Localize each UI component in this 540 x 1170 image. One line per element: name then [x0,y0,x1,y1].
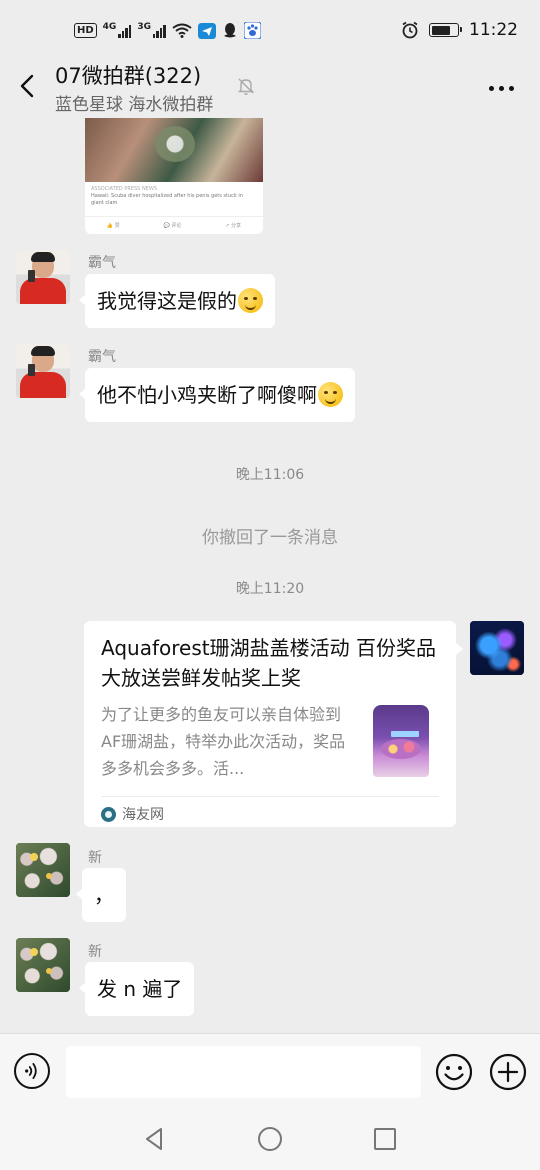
system-notice: 你撤回了一条消息 [202,528,338,548]
voice-icon[interactable] [14,1053,50,1089]
baidu-icon [243,22,261,39]
back-arrow-icon[interactable] [14,72,42,100]
timestamp: 晚上11:06 [235,467,305,483]
sender-name: 霸气 [88,255,116,271]
link-card-message[interactable]: Aquaforest珊湖盐盖楼活动 百份奖品大放送尝鲜发帖奖上奖 为了让更多的鱼… [84,621,463,827]
timestamp: 晚上11:20 [235,581,305,597]
image-message[interactable]: ASSOCIATED PRESS NEWS Hawaii: Scuba dive… [85,118,263,234]
qq-icon [223,23,236,38]
plus-icon[interactable] [489,1053,527,1091]
mute-bell-icon [237,78,255,95]
sim2-label: 3G [137,21,151,32]
nav-recent-icon[interactable] [372,1126,398,1152]
message-text: ， [94,883,114,907]
laughing-tears-emoji-icon [238,288,263,313]
message-text: 我觉得这是假的 [97,289,237,313]
signal-icon: 3G [137,21,166,38]
system-nav-bar [0,1109,540,1170]
sender-name: 新 [88,944,102,960]
alarm-icon [402,21,418,39]
chat-header: 07微拍群(322) 蓝色星球 海水微拍群 [0,52,540,118]
nav-back-icon[interactable] [142,1126,168,1152]
battery-icon [429,23,462,37]
message-text: 他不怕小鸡夹断了啊傻啊 [97,383,317,407]
thinking-emoji-icon [318,382,343,407]
card-description: 为了让更多的鱼友可以亲自体验到AF珊湖盐，特举办此次活动，奖品多多机会多多。活.… [101,705,346,778]
card-title: Aquaforest珊湖盐盖楼活动 百份奖品大放送尝鲜发帖奖上奖 [101,636,436,690]
message-bubble[interactable]: 发 n 遍了 [78,962,195,1016]
hd-badge: HD [74,23,97,38]
wifi-icon [172,23,192,38]
sender-name: 新 [88,850,102,866]
card-thumbnail [367,703,437,779]
status-right: 11:22 [401,20,518,40]
message-bubble[interactable]: ， [76,868,126,922]
message-bubble[interactable]: 他不怕小鸡夹断了啊傻啊 [79,368,355,422]
image-caption: ASSOCIATED PRESS NEWS Hawaii: Scuba dive… [91,186,243,206]
avatar[interactable] [16,344,70,398]
message-text: 发 n 遍了 [97,977,183,1001]
card-source: 海友网 [101,804,164,824]
chat-subtitle: 蓝色星球 海水微拍群 [55,95,214,115]
status-time: 11:22 [469,20,518,40]
avatar[interactable] [16,938,70,992]
nav-home-icon[interactable] [257,1126,283,1152]
sim1-label: 4G [102,21,117,32]
card-source-name: 海友网 [122,807,164,823]
more-dots-icon[interactable] [489,86,514,91]
signal-icon: 4G [102,21,132,38]
sender-name: 霸气 [88,349,116,365]
card-divider [101,796,439,797]
avatar[interactable] [470,621,524,675]
news-photo [85,118,263,182]
chat-title[interactable]: 07微拍群(322) [55,60,201,90]
emoji-icon[interactable] [435,1053,473,1091]
status-left: HD 4G 3G [74,22,261,39]
input-bar [0,1033,540,1109]
telegram-icon [197,22,216,39]
avatar[interactable] [16,250,70,304]
message-bubble[interactable]: 我觉得这是假的 [79,274,275,328]
image-action-bar: 👍 赞 💬 评论 ↗ 分享 [85,216,263,234]
message-input[interactable] [66,1046,421,1098]
source-logo-icon [101,806,116,822]
message-list[interactable]: ASSOCIATED PRESS NEWS Hawaii: Scuba dive… [0,118,540,1033]
avatar[interactable] [16,843,70,897]
